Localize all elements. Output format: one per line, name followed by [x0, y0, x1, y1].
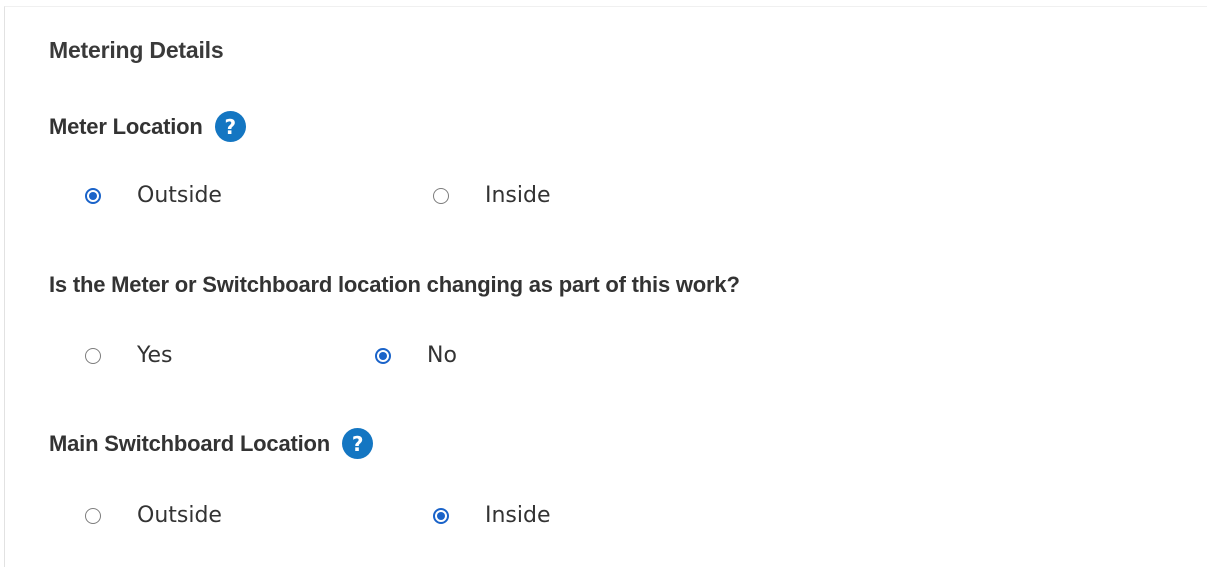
meter-location-outside-option[interactable]: Outside [85, 183, 222, 208]
radio-button[interactable] [433, 187, 449, 204]
location-changing-question: Is the Meter or Switchboard location cha… [49, 272, 740, 298]
main-switchboard-outside-option[interactable]: Outside [85, 503, 222, 528]
option-label: Yes [137, 343, 173, 368]
option-label: Outside [137, 503, 222, 528]
radio-button[interactable] [85, 507, 101, 524]
meter-location-question: Meter Location ? [49, 111, 246, 142]
main-switchboard-location-question: Main Switchboard Location ? [49, 428, 374, 459]
question-label: Main Switchboard Location [49, 430, 331, 456]
location-changing-no-option[interactable]: No [375, 343, 457, 368]
help-icon[interactable]: ? [214, 111, 246, 142]
question-label: Is the Meter or Switchboard location cha… [49, 272, 740, 297]
meter-location-inside-option[interactable]: Inside [433, 183, 551, 208]
main-switchboard-inside-option[interactable]: Inside [433, 503, 551, 528]
question-label: Meter Location [49, 113, 203, 139]
option-label: No [427, 343, 457, 368]
option-label: Inside [485, 503, 551, 528]
section-title: Metering Details [49, 37, 224, 63]
option-label: Inside [485, 183, 551, 208]
location-changing-yes-option[interactable]: Yes [85, 343, 173, 368]
radio-button[interactable] [433, 507, 449, 524]
radio-button[interactable] [85, 187, 101, 204]
radio-button[interactable] [375, 347, 391, 364]
help-icon[interactable]: ? [342, 428, 374, 459]
option-label: Outside [137, 183, 222, 208]
radio-button[interactable] [85, 347, 101, 364]
metering-details-panel: Metering Details Meter Location ? Outsid… [4, 6, 1207, 567]
